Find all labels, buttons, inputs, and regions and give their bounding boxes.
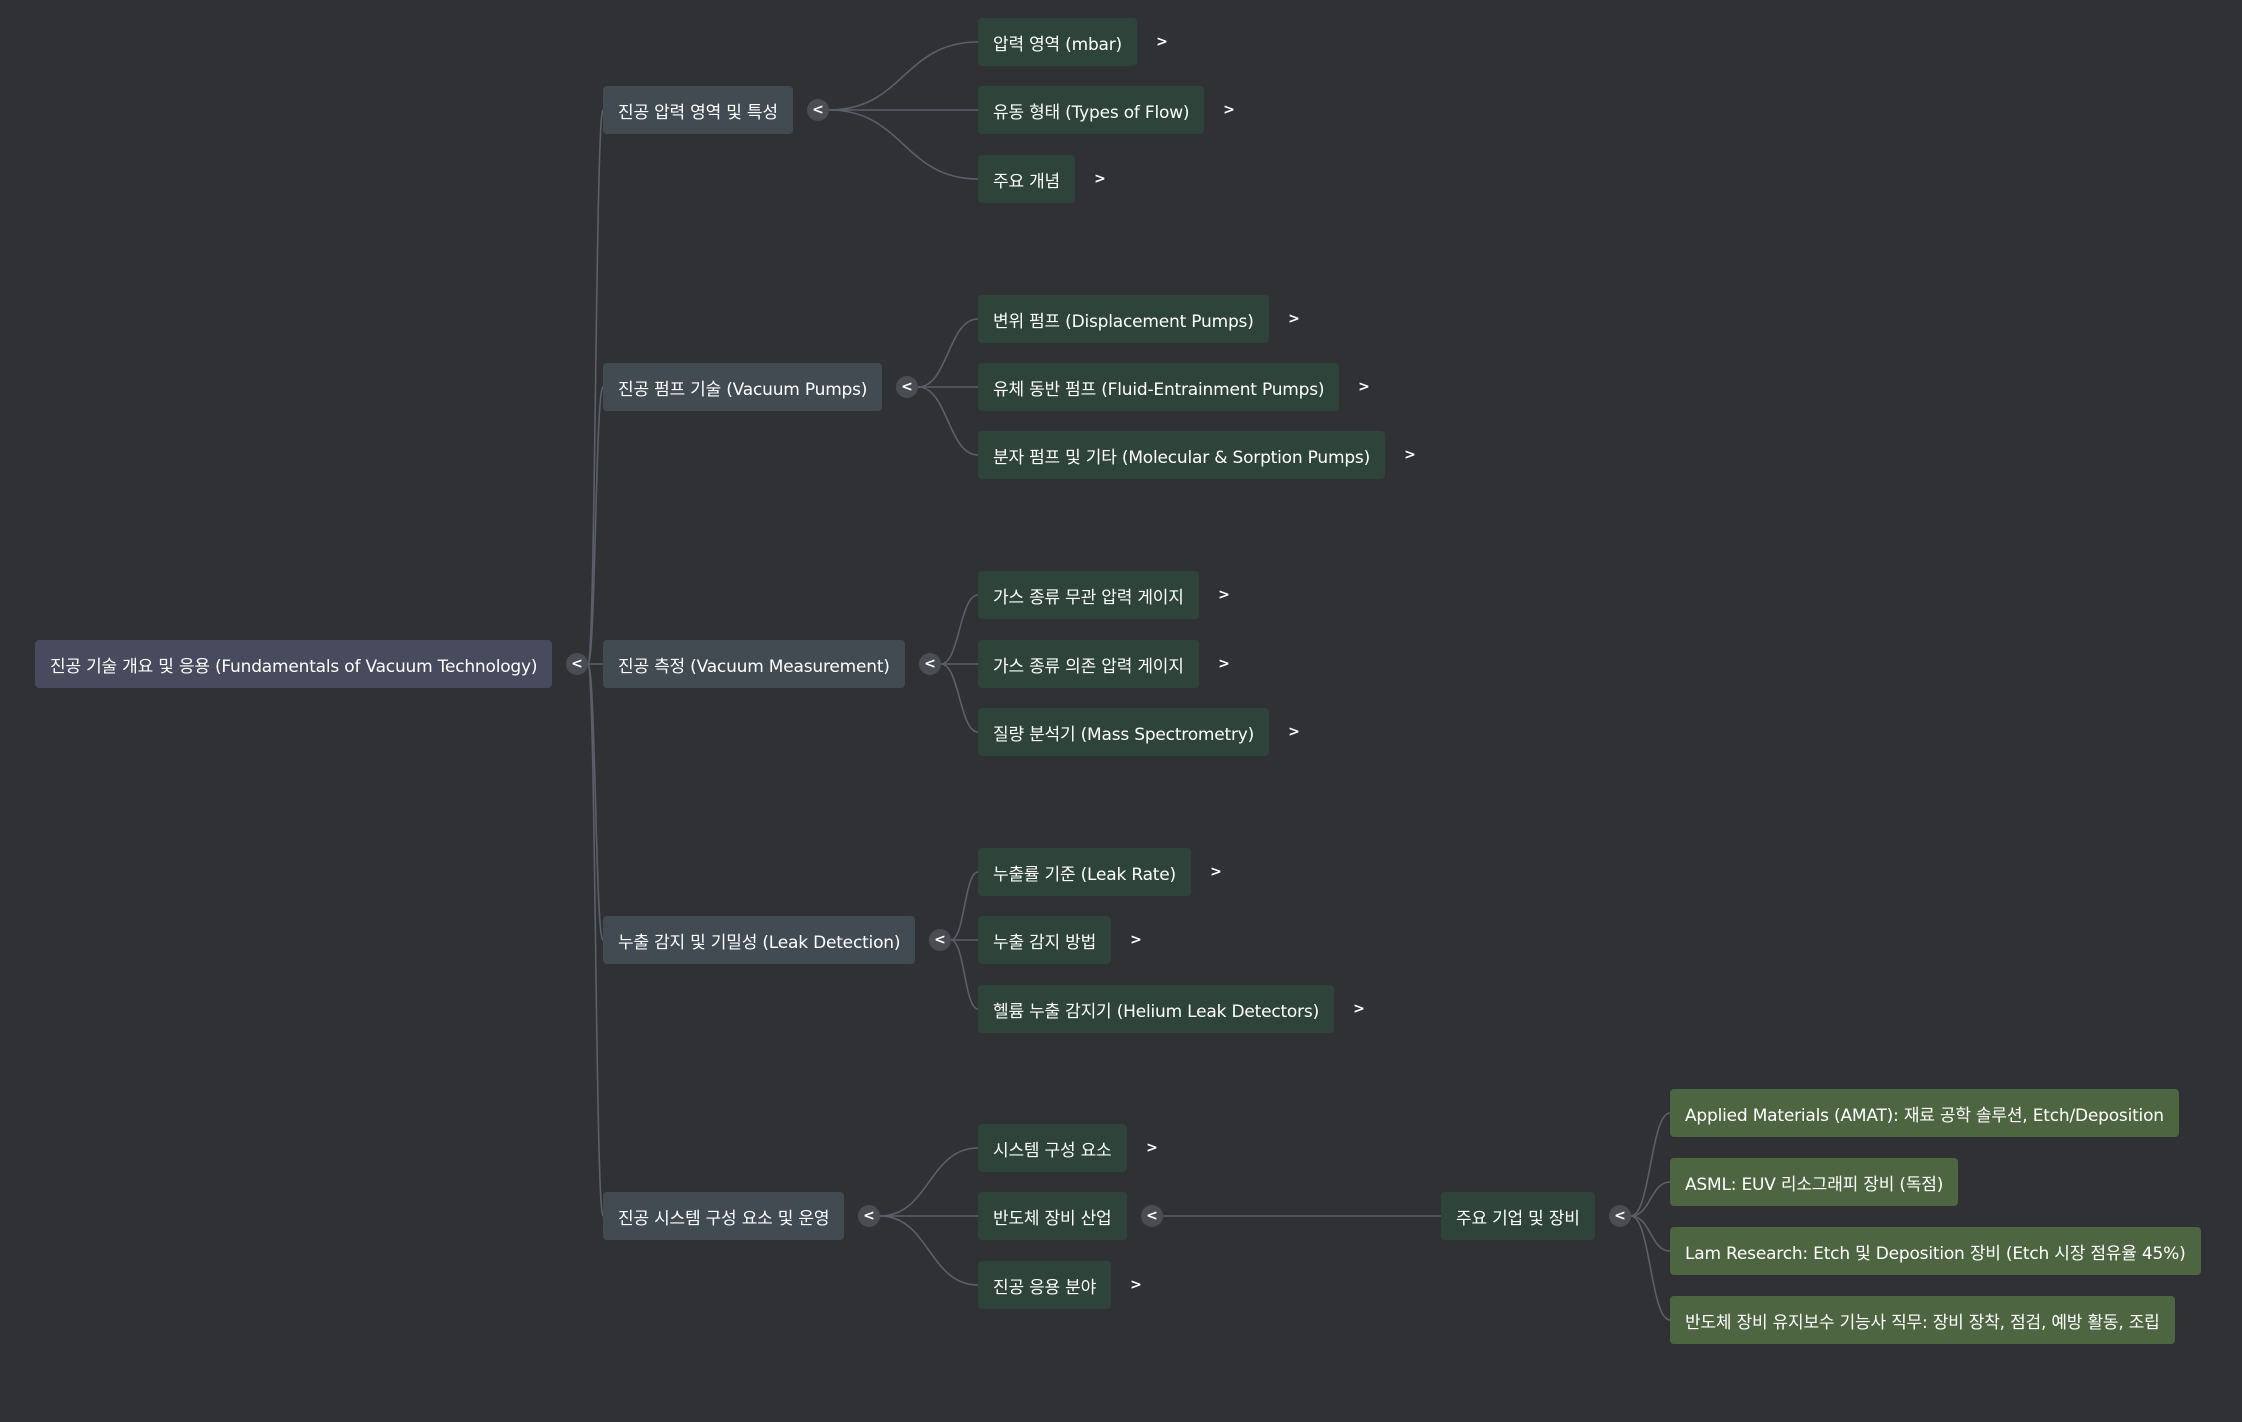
leaf-label: 가스 종류 의존 압력 게이지: [993, 656, 1184, 677]
expand-toggle-icon[interactable]: >: [1089, 168, 1111, 190]
connector-line: [940, 594, 979, 665]
leaf-label: 질량 분석기 (Mass Spectrometry): [993, 724, 1255, 745]
company-node-applied-materials[interactable]: Applied Materials (AMAT): 재료 공학 솔루션, Etc…: [1670, 1089, 2179, 1137]
company-label: ASML: EUV 리소그래피 장비 (독점): [1685, 1174, 1944, 1195]
leaf-label: 변위 펌프 (Displacement Pumps): [993, 311, 1254, 332]
connector-line: [587, 109, 604, 665]
leaf-node-fluid-entrainment-pumps[interactable]: 유체 동반 펌프 (Fluid-Entrainment Pumps): [978, 363, 1340, 411]
leaf-node-displacement-pumps[interactable]: 변위 펌프 (Displacement Pumps): [978, 295, 1269, 343]
leaf-node-pressure-range[interactable]: 압력 영역 (mbar): [978, 18, 1137, 66]
expand-toggle-icon[interactable]: >: [1213, 584, 1235, 606]
company-node-maintenance-technician[interactable]: 반도체 장비 유지보수 기능사 직무: 장비 장착, 점검, 예방 활동, 조립: [1670, 1296, 2175, 1344]
branch-node-key-companies[interactable]: 주요 기업 및 장비: [1441, 1192, 1595, 1240]
collapse-toggle-icon[interactable]: <: [896, 376, 918, 398]
leaf-label: 유체 동반 펌프 (Fluid-Entrainment Pumps): [993, 379, 1325, 400]
leaf-node-leak-methods[interactable]: 누출 감지 방법: [978, 916, 1112, 964]
branch-label: 진공 펌프 기술 (Vacuum Pumps): [618, 379, 868, 400]
leaf-label: 분자 펌프 및 기타 (Molecular & Sorption Pumps): [993, 447, 1371, 468]
leaf-node-gas-dependent-gauge[interactable]: 가스 종류 의존 압력 게이지: [978, 640, 1199, 688]
leaf-label: 누출 감지 방법: [993, 932, 1097, 953]
root-node[interactable]: 진공 기술 개요 및 응용 (Fundamentals of Vacuum Te…: [35, 640, 553, 688]
connector-line: [1630, 1215, 1671, 1252]
collapse-toggle-icon[interactable]: <: [919, 653, 941, 675]
expand-toggle-icon[interactable]: >: [1218, 99, 1240, 121]
branch-node-system-components[interactable]: 진공 시스템 구성 요소 및 운영: [603, 1192, 845, 1240]
expand-toggle-icon[interactable]: >: [1283, 721, 1305, 743]
expand-toggle-icon[interactable]: >: [1348, 998, 1370, 1020]
leaf-label: 유동 형태 (Types of Flow): [993, 102, 1190, 123]
leaf-node-system-components[interactable]: 시스템 구성 요소: [978, 1124, 1127, 1172]
leaf-node-helium-leak-detectors[interactable]: 헬륨 누출 감지기 (Helium Leak Detectors): [978, 985, 1335, 1033]
branch-node-vacuum-measurement[interactable]: 진공 측정 (Vacuum Measurement): [603, 640, 905, 688]
connector-line: [879, 1147, 979, 1217]
collapse-toggle-icon[interactable]: <: [1609, 1205, 1631, 1227]
collapse-toggle-icon[interactable]: <: [807, 99, 829, 121]
connector-line: [1630, 1215, 1671, 1321]
expand-toggle-icon[interactable]: >: [1213, 653, 1235, 675]
collapse-toggle-icon[interactable]: <: [1141, 1205, 1163, 1227]
branch-label: 진공 시스템 구성 요소 및 운영: [618, 1208, 830, 1229]
leaf-label: 압력 영역 (mbar): [993, 34, 1122, 55]
leaf-label: 누출률 기준 (Leak Rate): [993, 864, 1176, 885]
connector-line: [917, 386, 979, 456]
leaf-node-vacuum-applications[interactable]: 진공 응용 분야: [978, 1261, 1112, 1309]
connector-line: [828, 41, 979, 111]
branch-node-pressure-regimes[interactable]: 진공 압력 영역 및 특성: [603, 86, 793, 134]
expand-toggle-icon[interactable]: >: [1141, 1137, 1163, 1159]
leaf-label: 헬륨 누출 감지기 (Helium Leak Detectors): [993, 1001, 1320, 1022]
leaf-node-molecular-pumps[interactable]: 분자 펌프 및 기타 (Molecular & Sorption Pumps): [978, 431, 1386, 479]
expand-toggle-icon[interactable]: >: [1125, 1274, 1147, 1296]
expand-toggle-icon[interactable]: >: [1399, 444, 1421, 466]
company-label: 반도체 장비 유지보수 기능사 직무: 장비 장착, 점검, 예방 활동, 조립: [1685, 1312, 2160, 1333]
connector-line: [1630, 1181, 1671, 1217]
branch-node-leak-detection[interactable]: 누출 감지 및 기밀성 (Leak Detection): [603, 916, 916, 964]
leaf-label: 가스 종류 무관 압력 게이지: [993, 587, 1184, 608]
company-label: Lam Research: Etch 및 Deposition 장비 (Etch…: [1685, 1243, 2186, 1264]
company-node-lam-research[interactable]: Lam Research: Etch 및 Deposition 장비 (Etch…: [1670, 1227, 2201, 1275]
connector-line: [917, 318, 979, 388]
leaf-node-mass-spectrometry[interactable]: 질량 분석기 (Mass Spectrometry): [978, 708, 1270, 756]
leaf-label: 시스템 구성 요소: [993, 1140, 1112, 1161]
collapse-toggle-icon[interactable]: <: [858, 1205, 880, 1227]
leaf-label: 진공 응용 분야: [993, 1277, 1097, 1298]
collapse-toggle-icon[interactable]: <: [929, 929, 951, 951]
leaf-node-leak-rate[interactable]: 누출률 기준 (Leak Rate): [978, 848, 1191, 896]
connector-line: [879, 1215, 979, 1286]
company-label: Applied Materials (AMAT): 재료 공학 솔루션, Etc…: [1685, 1105, 2164, 1126]
connector-line: [587, 663, 604, 1217]
expand-toggle-icon[interactable]: >: [1353, 376, 1375, 398]
branch-label: 누출 감지 및 기밀성 (Leak Detection): [618, 932, 901, 953]
leaf-node-flow-types[interactable]: 유동 형태 (Types of Flow): [978, 86, 1205, 134]
expand-toggle-icon[interactable]: >: [1205, 861, 1227, 883]
leaf-node-key-concepts[interactable]: 주요 개념: [978, 155, 1075, 203]
leaf-label: 반도체 장비 산업: [993, 1208, 1112, 1229]
branch-label: 진공 측정 (Vacuum Measurement): [618, 656, 890, 677]
expand-toggle-icon[interactable]: >: [1283, 308, 1305, 330]
company-node-asml[interactable]: ASML: EUV 리소그래피 장비 (독점): [1670, 1158, 1959, 1206]
leaf-label: 주요 개념: [993, 171, 1060, 192]
expand-toggle-icon[interactable]: >: [1125, 929, 1147, 951]
branch-node-vacuum-pumps[interactable]: 진공 펌프 기술 (Vacuum Pumps): [603, 363, 883, 411]
leaf-label: 주요 기업 및 장비: [1456, 1208, 1580, 1229]
collapse-toggle-icon[interactable]: <: [566, 653, 588, 675]
branch-node-semiconductor-industry[interactable]: 반도체 장비 산업: [978, 1192, 1127, 1240]
leaf-node-gas-independent-gauge[interactable]: 가스 종류 무관 압력 게이지: [978, 571, 1199, 619]
connector-line: [950, 871, 979, 941]
branch-label: 진공 압력 영역 및 특성: [618, 102, 778, 123]
connector-line: [940, 663, 979, 733]
connector-line: [828, 109, 979, 180]
connector-line: [950, 939, 979, 1010]
expand-toggle-icon[interactable]: >: [1151, 31, 1173, 53]
root-node-label: 진공 기술 개요 및 응용 (Fundamentals of Vacuum Te…: [50, 656, 538, 677]
